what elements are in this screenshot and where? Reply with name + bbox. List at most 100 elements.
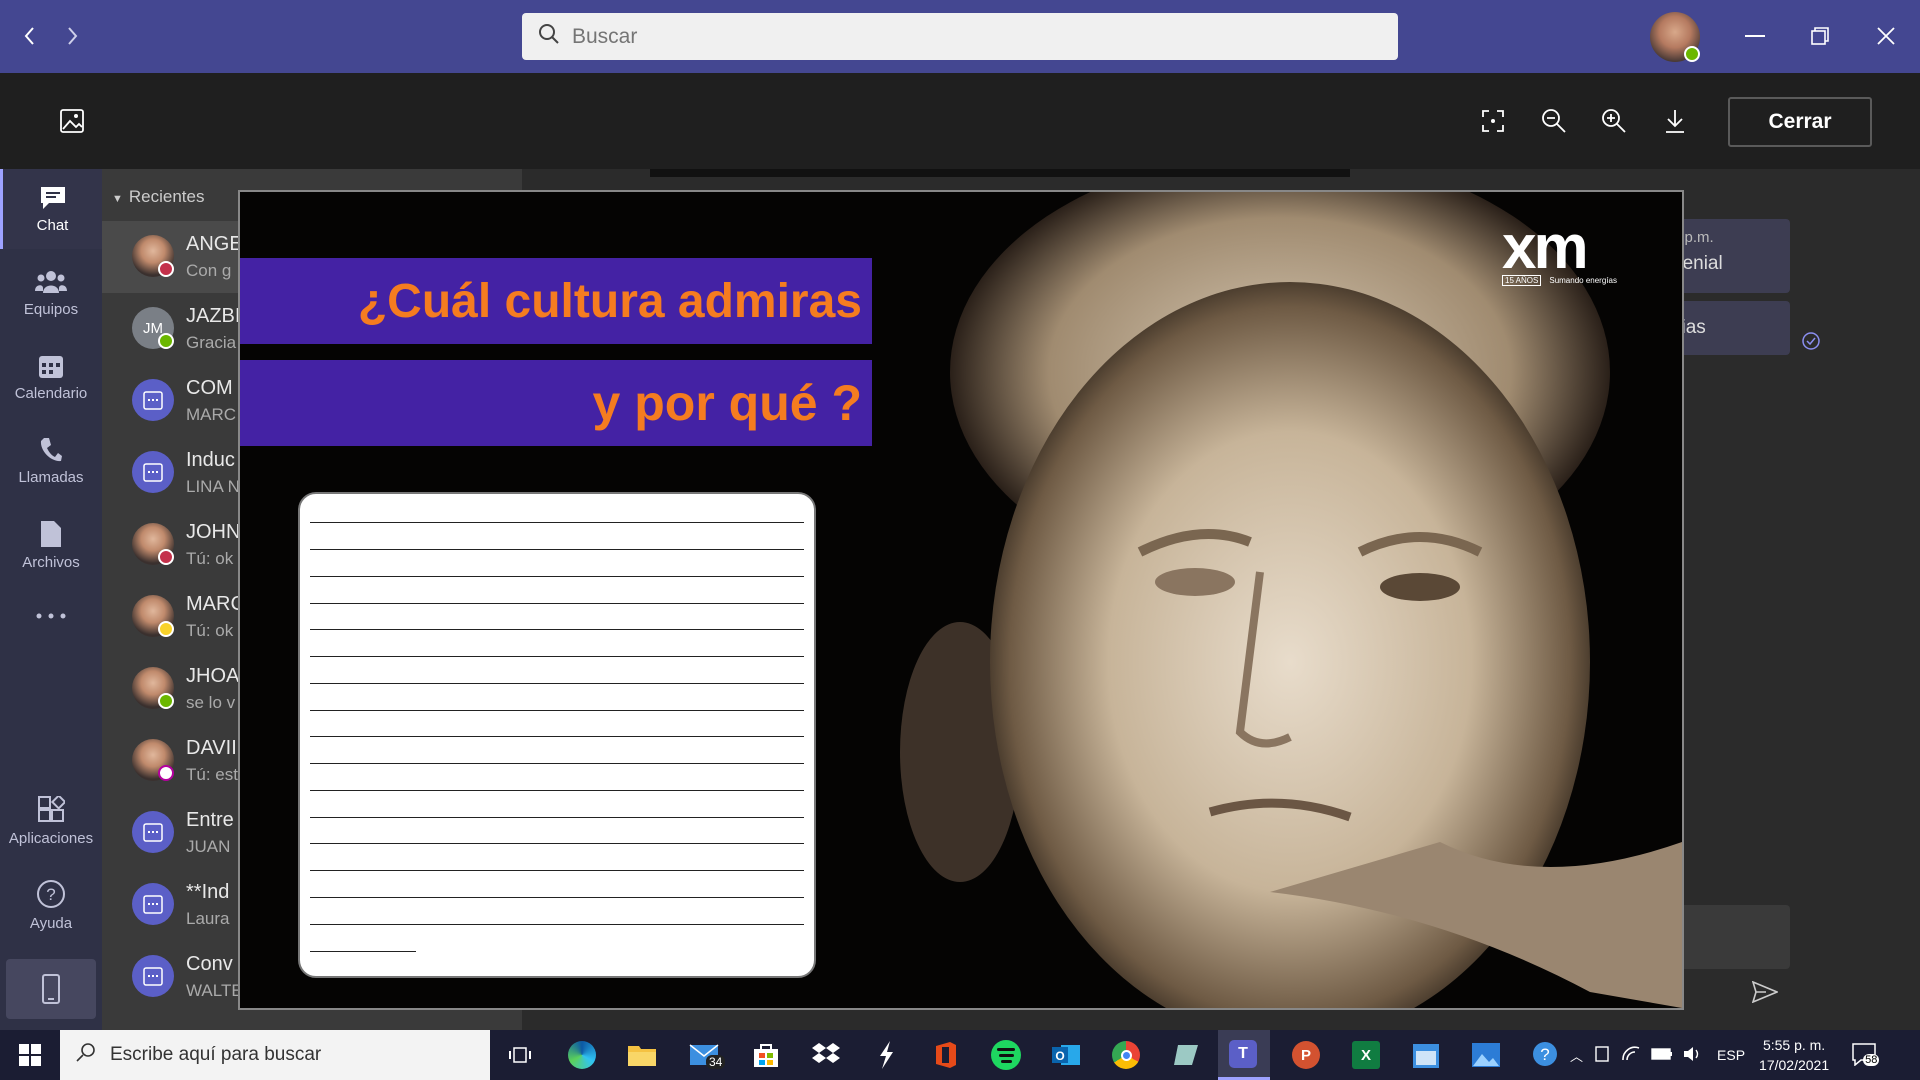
more-options-icon[interactable]: [0, 579, 102, 659]
restore-icon[interactable]: [1800, 16, 1840, 56]
file-explorer-icon[interactable]: [626, 1039, 658, 1071]
slide-title-line1: ¿Cuál cultura admiras: [240, 258, 872, 344]
presence-available-icon: [1684, 46, 1700, 62]
clock-time: 5:55 p. m.: [1762, 1037, 1826, 1053]
logo-wordmark: xm: [1502, 213, 1589, 282]
photos-icon[interactable]: [1470, 1039, 1502, 1071]
meeting-calendar-icon: [132, 451, 174, 493]
rail-label-help: Ayuda: [29, 914, 73, 932]
download-icon[interactable]: [1655, 101, 1695, 141]
mobile-device-icon: [42, 974, 60, 1004]
forward-arrow-icon[interactable]: [54, 18, 90, 54]
task-view-icon[interactable]: [504, 1039, 536, 1071]
contact-avatar: JM: [132, 307, 174, 349]
chat-preview: Laura: [186, 909, 230, 928]
teams-icon: T: [1229, 1040, 1257, 1068]
volume-icon[interactable]: [1683, 1046, 1703, 1065]
search-input[interactable]: [572, 24, 1332, 49]
recent-section-header[interactable]: ▼ Recientes: [112, 187, 205, 207]
svg-text:?: ?: [46, 885, 55, 904]
read-receipt-icon: [1801, 331, 1821, 356]
meeting-calendar-icon: [132, 883, 174, 925]
rail-item-help[interactable]: ? Ayuda: [0, 865, 102, 945]
slide-title-line2: y por qué ?: [240, 360, 872, 446]
rail-item-calendar[interactable]: Calendario: [0, 337, 102, 417]
search-icon: [538, 23, 560, 51]
search-bar[interactable]: [522, 13, 1398, 60]
minimize-icon[interactable]: [1735, 16, 1775, 56]
recent-section-label: Recientes: [128, 187, 205, 206]
presence-away-icon: [158, 621, 174, 637]
app-lightning-icon[interactable]: [870, 1039, 902, 1071]
chat-preview: Gracia: [186, 333, 237, 352]
help-icon: ?: [37, 879, 65, 908]
rail-item-teams[interactable]: Equipos: [0, 253, 102, 333]
contact-avatar: [132, 667, 174, 709]
mail-icon[interactable]: 34: [688, 1039, 726, 1071]
store-icon[interactable]: [750, 1039, 782, 1071]
language-indicator[interactable]: ESP: [1717, 1047, 1745, 1063]
user-avatar[interactable]: [1650, 12, 1700, 62]
chat-preview: MARC: [186, 405, 237, 424]
file-icon: [41, 520, 61, 547]
rail-item-calls[interactable]: Llamadas: [0, 421, 102, 501]
help-icon[interactable]: ?: [1532, 1041, 1558, 1070]
office-icon[interactable]: [930, 1039, 962, 1071]
search-icon: [76, 1042, 96, 1068]
device-icon[interactable]: [1595, 1045, 1609, 1065]
spotify-icon[interactable]: [990, 1039, 1022, 1071]
rail-item-chat[interactable]: Chat: [0, 169, 102, 249]
xm-logo: xm 15 AÑOS Sumando energías: [1502, 213, 1642, 286]
rail-item-files[interactable]: Archivos: [0, 505, 102, 585]
chat-name: JHOA: [186, 665, 240, 687]
zoom-in-icon[interactable]: [1594, 101, 1634, 141]
presence-offline-icon: [158, 765, 174, 781]
chat-preview: WALTE: [186, 981, 243, 1000]
meeting-calendar-icon: [132, 379, 174, 421]
back-arrow-icon[interactable]: [12, 18, 48, 54]
svg-text:?: ?: [1540, 1045, 1549, 1064]
rail-label-chat: Chat: [36, 216, 69, 234]
image-preview[interactable]: ¿Cuál cultura admiras y por qué ? xm 15 …: [238, 190, 1684, 1010]
close-viewer-button[interactable]: Cerrar: [1728, 97, 1872, 147]
notes-app-icon[interactable]: [1170, 1039, 1202, 1071]
send-icon[interactable]: [1751, 980, 1780, 1008]
presence-available-icon: [158, 333, 174, 349]
teams-icon: [35, 270, 67, 293]
zoom-out-icon[interactable]: [1534, 101, 1574, 141]
rail-item-apps[interactable]: Aplicaciones: [0, 781, 102, 861]
windows-start-icon[interactable]: [14, 1039, 46, 1071]
app-rail: Chat Equipos Calendario Llamadas Archivo…: [0, 169, 102, 1030]
chrome-icon[interactable]: [1110, 1039, 1142, 1071]
calendar-icon: [39, 355, 63, 378]
chat-preview: Con g: [186, 261, 232, 280]
notifications-icon[interactable]: 58: [1851, 1042, 1880, 1069]
taskbar-search[interactable]: Escribe aquí para buscar: [60, 1030, 490, 1080]
image-icon[interactable]: [52, 101, 92, 141]
taskbar-search-placeholder: Escribe aquí para buscar: [110, 1044, 322, 1065]
meeting-calendar-icon: [132, 811, 174, 853]
powerpoint-icon[interactable]: P: [1290, 1039, 1322, 1071]
lined-note-box: [298, 492, 816, 978]
mobile-device-button[interactable]: [6, 959, 96, 1019]
excel-icon[interactable]: X: [1350, 1039, 1382, 1071]
phone-icon: [40, 437, 62, 461]
fit-screen-icon[interactable]: [1473, 101, 1513, 141]
battery-icon[interactable]: [1651, 1047, 1673, 1063]
chat-preview: JUAN: [186, 837, 231, 856]
presence-busy-icon: [158, 261, 174, 277]
clock-date: 17/02/2021: [1759, 1057, 1830, 1073]
outlook-icon[interactable]: O: [1050, 1039, 1082, 1071]
chat-name: DAVII: [186, 737, 237, 759]
edge-browser-icon[interactable]: [566, 1039, 598, 1071]
network-icon[interactable]: [1621, 1046, 1641, 1065]
clock[interactable]: 5:55 p. m. 17/02/2021: [1759, 1035, 1829, 1075]
dropbox-icon[interactable]: [810, 1039, 842, 1071]
teams-taskbar-button[interactable]: T: [1218, 1030, 1270, 1080]
logo-tagline: Sumando energías: [1549, 276, 1617, 285]
calendar-app-icon[interactable]: [1410, 1039, 1442, 1071]
window-close-icon[interactable]: [1866, 16, 1906, 56]
chat-name: ANGE: [186, 233, 243, 255]
notifications-count: 58: [1863, 1053, 1880, 1066]
chevron-up-icon[interactable]: ︿: [1570, 1046, 1583, 1065]
